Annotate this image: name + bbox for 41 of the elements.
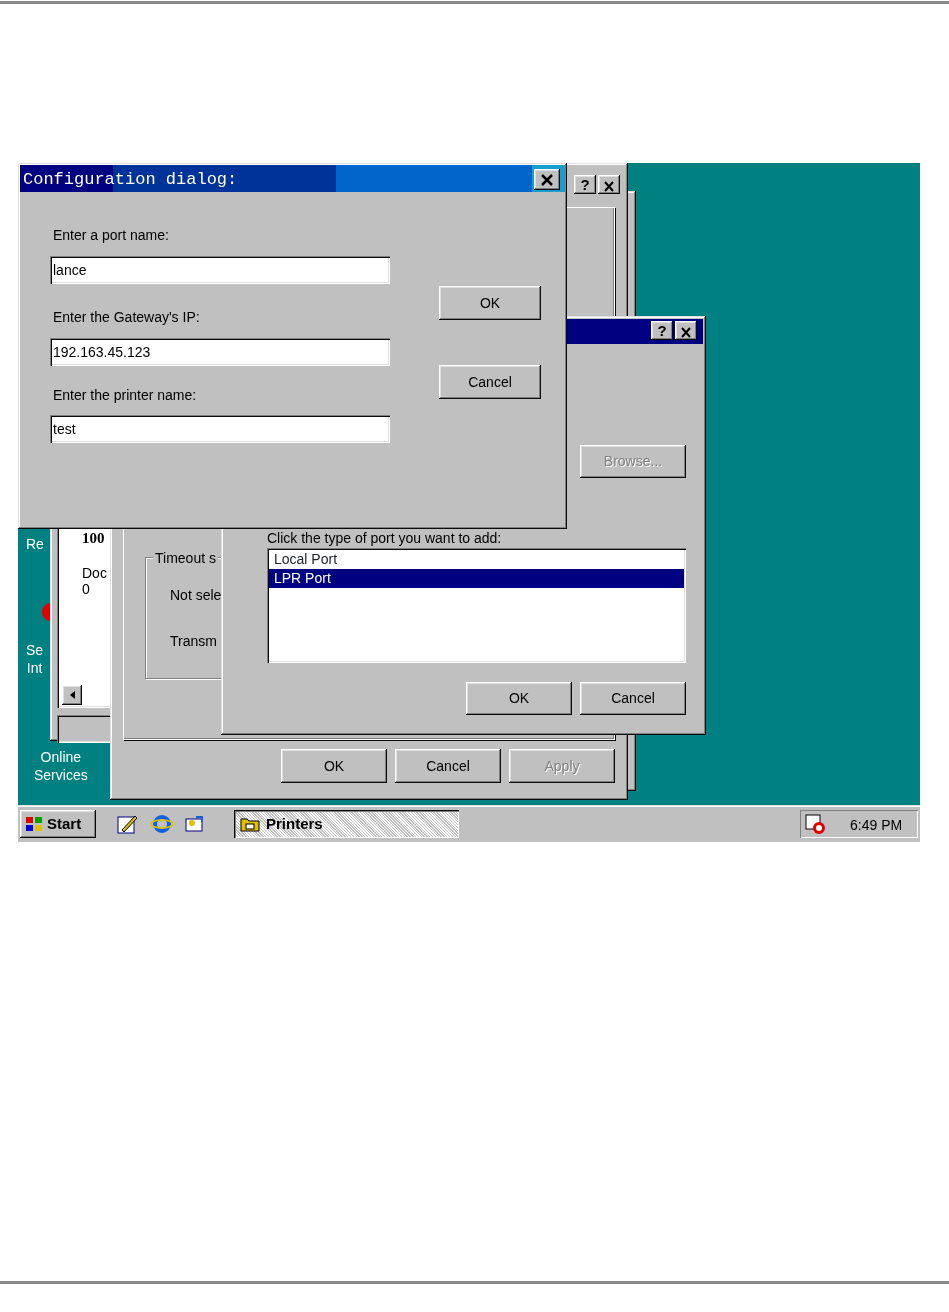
close-button[interactable] <box>675 321 697 340</box>
prompt-text: Click the type of port you want to add: <box>267 529 502 548</box>
close-button[interactable] <box>598 175 620 194</box>
icon-label: Online Services <box>34 748 88 784</box>
button[interactable]: OK <box>466 682 572 715</box>
list-text: 0 <box>82 580 90 599</box>
list-item[interactable]: LPR Port <box>269 569 684 588</box>
input-field[interactable]: 192.163.45.123 <box>50 338 390 366</box>
button[interactable]: Cancel <box>439 365 541 399</box>
field-label: Enter a port name: <box>53 226 169 245</box>
help-button[interactable]: ? <box>574 175 596 194</box>
windows-logo-icon <box>24 815 44 833</box>
title-bar: Configuration dialog: <box>20 165 565 192</box>
clock-text: 6:49 PM <box>850 816 903 835</box>
button[interactable]: OK <box>439 286 541 320</box>
scheduler-icon <box>804 813 826 835</box>
input-field[interactable]: lance <box>50 256 390 284</box>
icon-label: Re <box>26 535 44 553</box>
button[interactable]: Cancel <box>580 682 686 715</box>
list-item[interactable]: Local Port <box>269 550 684 569</box>
taskbar-button[interactable]: Printers <box>234 810 459 838</box>
left-arrow-icon <box>69 691 75 699</box>
list-text: Doc <box>82 564 107 583</box>
folder-icon <box>240 816 260 832</box>
field-label: Not sele <box>170 586 222 605</box>
button[interactable]: OK <box>281 749 387 783</box>
field-label: Enter the Gateway's IP: <box>53 308 200 327</box>
close-button[interactable] <box>534 169 560 190</box>
field-label: Transm <box>170 632 217 651</box>
input-field[interactable]: test <box>50 415 390 443</box>
desktop-icon <box>42 603 50 621</box>
browser-icon[interactable] <box>150 813 174 835</box>
button[interactable]: Cancel <box>395 749 501 783</box>
help-button[interactable]: ? <box>651 321 673 340</box>
scroll-left-button[interactable] <box>62 685 82 705</box>
icon-label: Se Int <box>26 641 44 677</box>
list-text: 100 <box>82 529 105 548</box>
start-button[interactable]: Start <box>20 810 96 838</box>
field-label: Enter the printer name: <box>53 386 197 405</box>
edit-icon[interactable] <box>116 813 138 835</box>
channels-icon[interactable] <box>183 813 205 835</box>
